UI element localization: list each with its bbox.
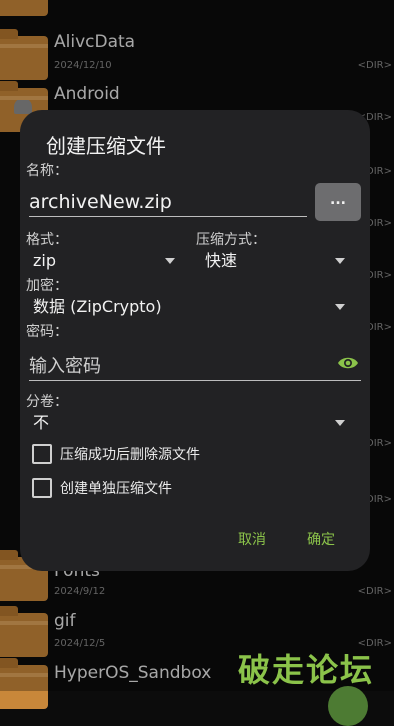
fab-button[interactable] (328, 686, 368, 726)
encryption-label: 加密： (26, 278, 68, 294)
encryption-value: 数据 (ZipCrypto) (33, 297, 162, 316)
cancel-button[interactable]: 取消 (238, 529, 266, 549)
watermark-text: 破走论坛 (238, 651, 375, 689)
dropdown-arrow-icon (335, 304, 345, 310)
password-label: 密码： (26, 324, 68, 340)
separate-archive-label: 创建单独压缩文件 (60, 481, 172, 497)
create-archive-dialog: 创建压缩文件 名称： archiveNew.zip ... 格式： 压缩方式： … (20, 110, 370, 571)
dropdown-arrow-icon (335, 258, 345, 264)
dropdown-arrow-icon (335, 420, 345, 426)
format-value: zip (33, 251, 56, 270)
dropdown-arrow-icon (165, 258, 175, 264)
delete-source-checkbox[interactable] (32, 444, 52, 464)
archive-name-input[interactable]: archiveNew.zip (29, 188, 307, 217)
compression-method-label: 压缩方式： (196, 232, 266, 248)
delete-source-option[interactable]: 压缩成功后删除源文件 (32, 443, 272, 465)
eye-icon[interactable] (337, 356, 359, 370)
split-value: 不 (33, 413, 50, 432)
split-select[interactable]: 不 (33, 409, 345, 437)
compression-method-select[interactable]: 快速 (205, 247, 345, 275)
ok-button[interactable]: 确定 (307, 529, 335, 549)
browse-button[interactable]: ... (315, 183, 361, 221)
name-label: 名称： (26, 163, 68, 179)
password-input[interactable]: 输入密码 (29, 350, 361, 381)
method-value: 快速 (205, 251, 238, 270)
encryption-select[interactable]: 数据 (ZipCrypto) (33, 293, 345, 321)
separate-archive-checkbox[interactable] (32, 478, 52, 498)
password-placeholder: 输入密码 (29, 356, 101, 377)
split-label: 分卷： (26, 394, 68, 410)
format-select[interactable]: zip (33, 247, 175, 275)
format-label: 格式： (26, 232, 68, 248)
separate-archive-option[interactable]: 创建单独压缩文件 (32, 477, 272, 499)
dialog-title: 创建压缩文件 (46, 134, 166, 158)
delete-source-label: 压缩成功后删除源文件 (60, 447, 200, 463)
